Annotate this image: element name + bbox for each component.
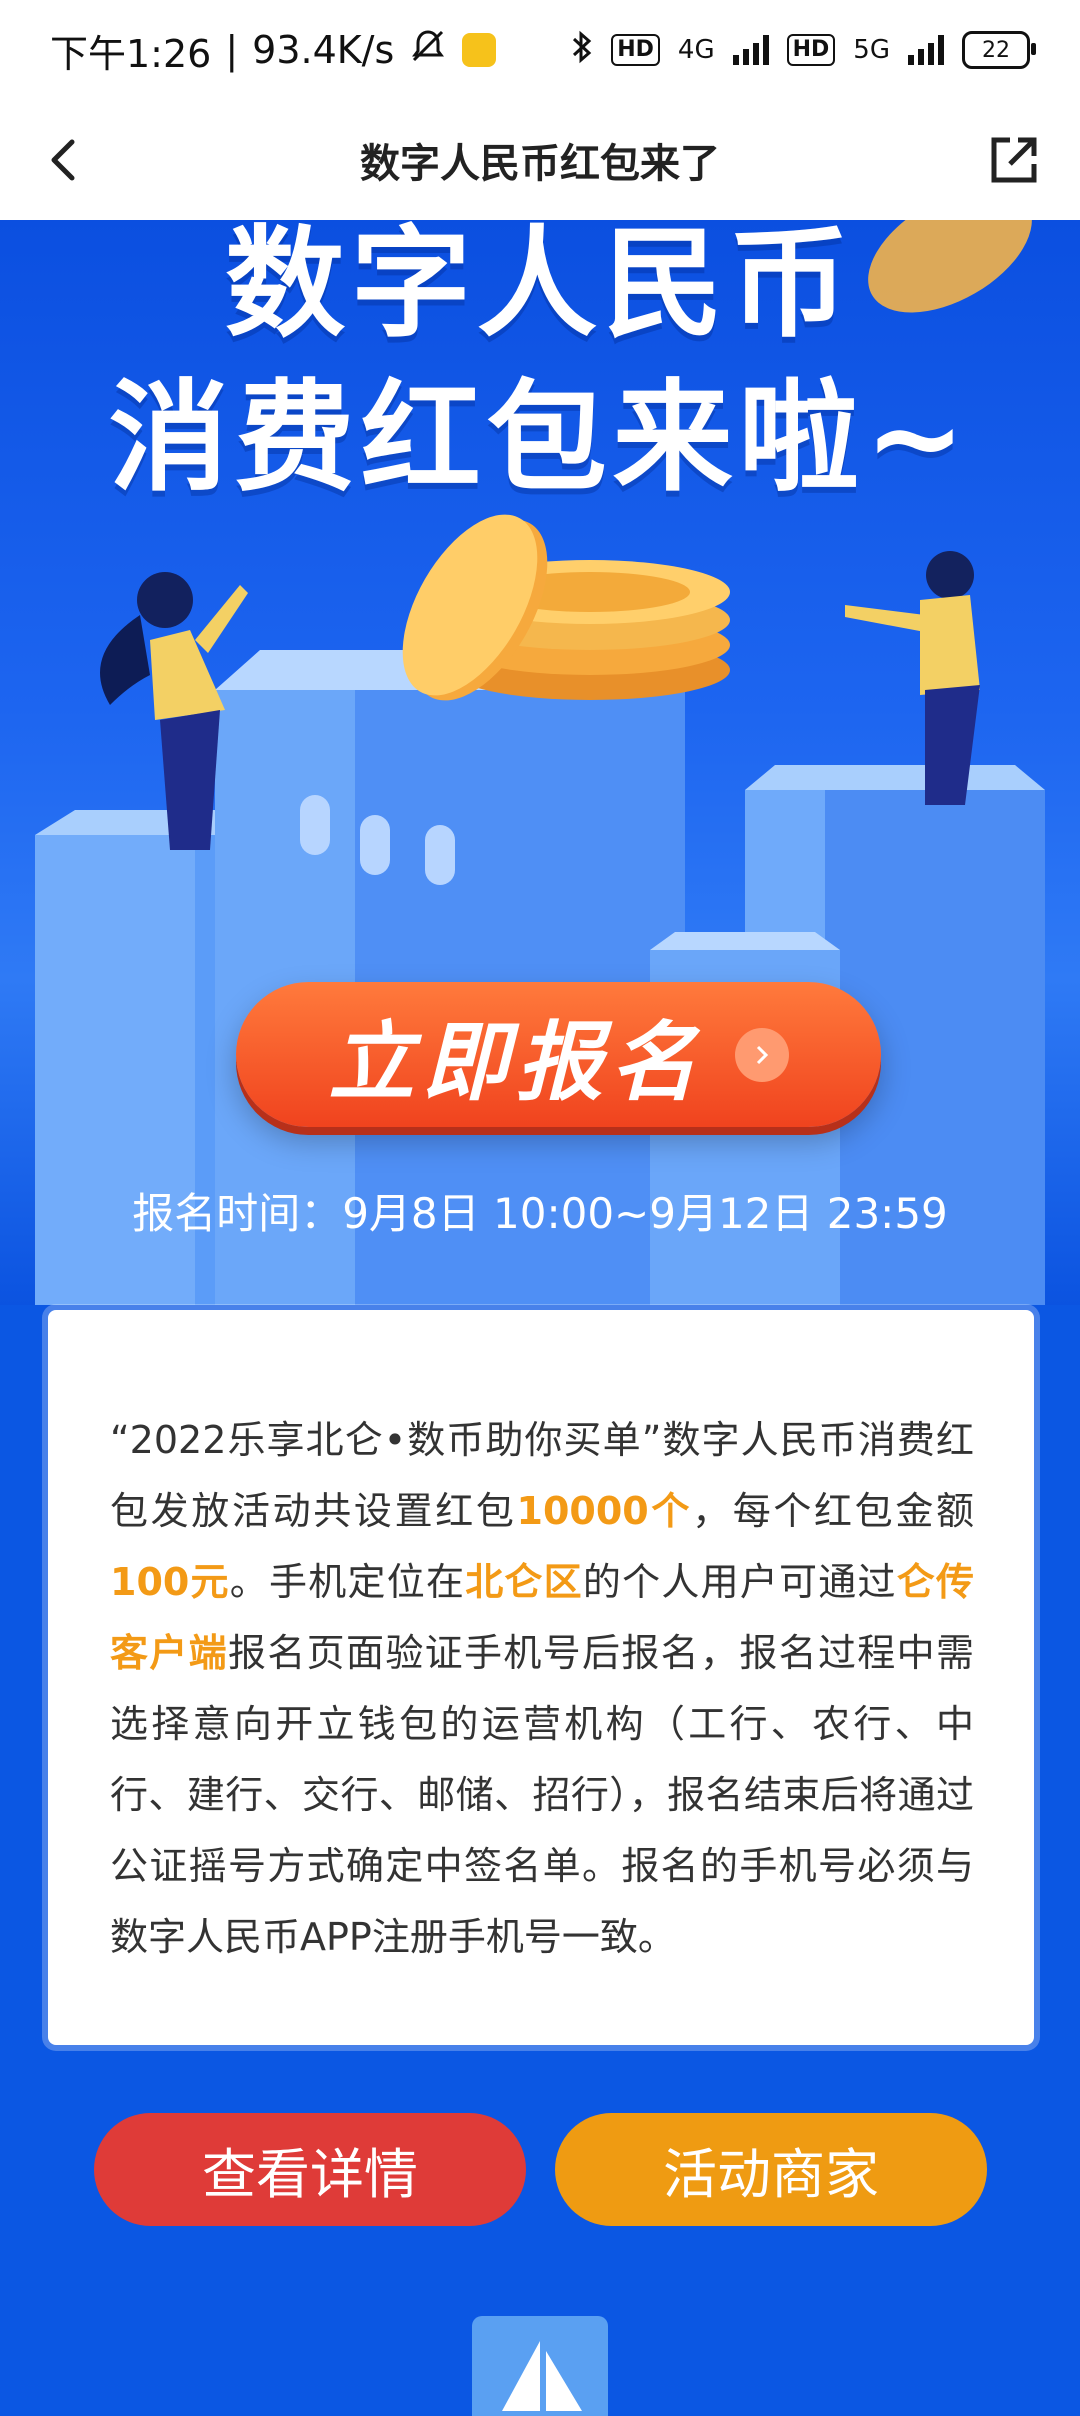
hero-banner: 数字人民币 消费红包来啦~ 立即报名 报名时间：9月8日 10:00~9月12日…: [0, 220, 1080, 1305]
status-divider: |: [225, 28, 239, 72]
desc-seg-5: 报名页面验证手机号后报名，报名过程中需选择意向开立钱包的运营机构（工行、农行、中…: [110, 1631, 974, 1959]
bluetooth-icon: [571, 29, 593, 72]
register-button-label: 立即报名: [328, 1013, 705, 1113]
registration-time: 报名时间：9月8日 10:00~9月12日 23:59: [132, 1189, 948, 1238]
signal-icon: [732, 35, 769, 65]
battery-icon: 22: [962, 31, 1036, 69]
headline-line-2: 消费红包来啦~: [108, 369, 972, 508]
nav-bar: 数字人民币红包来了: [0, 100, 1080, 220]
hd-icon: HD: [611, 34, 660, 66]
merchants-button[interactable]: 活动商家: [555, 2113, 987, 2226]
page-title: 数字人民币红包来了: [360, 141, 720, 187]
headline-line-1: 数字人民币: [225, 220, 855, 354]
desc-highlight-amount: 100元: [110, 1560, 230, 1604]
network-type-2: 5G: [853, 35, 890, 65]
desc-seg-2: ，每个红包金额: [692, 1489, 974, 1533]
status-left: 下午1:26 | 93.4K/s: [50, 23, 497, 78]
signal-icon-2: [908, 35, 944, 65]
desc-highlight-count: 10000个: [516, 1489, 693, 1533]
shield-icon: [462, 33, 497, 67]
sail-logo-icon: [472, 2316, 608, 2416]
share-icon[interactable]: [988, 134, 1040, 186]
chevron-left-icon[interactable]: [40, 134, 90, 186]
network-type-1: 4G: [677, 35, 715, 65]
desc-seg-4: 的个人用户可通过: [582, 1560, 897, 1604]
status-time: 下午1:26: [50, 31, 212, 76]
status-bar: 下午1:26 | 93.4K/s HD 4G HD 5G 22: [0, 0, 1080, 100]
description-card: “2022乐享北仑•数币助你买单”数字人民币消费红包发放活动共设置红包10000…: [48, 1310, 1034, 2045]
chevron-right-icon: [734, 1027, 789, 1082]
register-button[interactable]: 立即报名: [236, 982, 881, 1127]
mute-icon: [408, 26, 448, 75]
view-details-button[interactable]: 查看详情: [94, 2113, 526, 2226]
description-text: “2022乐享北仑•数币助你买单”数字人民币消费红包发放活动共设置红包10000…: [110, 1405, 974, 1973]
status-right: HD 4G HD 5G 22: [571, 29, 1036, 72]
hd-icon-2: HD: [786, 34, 836, 66]
battery-level: 22: [982, 37, 1010, 63]
desc-highlight-district: 北仑区: [465, 1560, 583, 1604]
desc-seg-3: 。手机定位在: [229, 1560, 466, 1604]
network-speed: 93.4K/s: [252, 28, 395, 72]
